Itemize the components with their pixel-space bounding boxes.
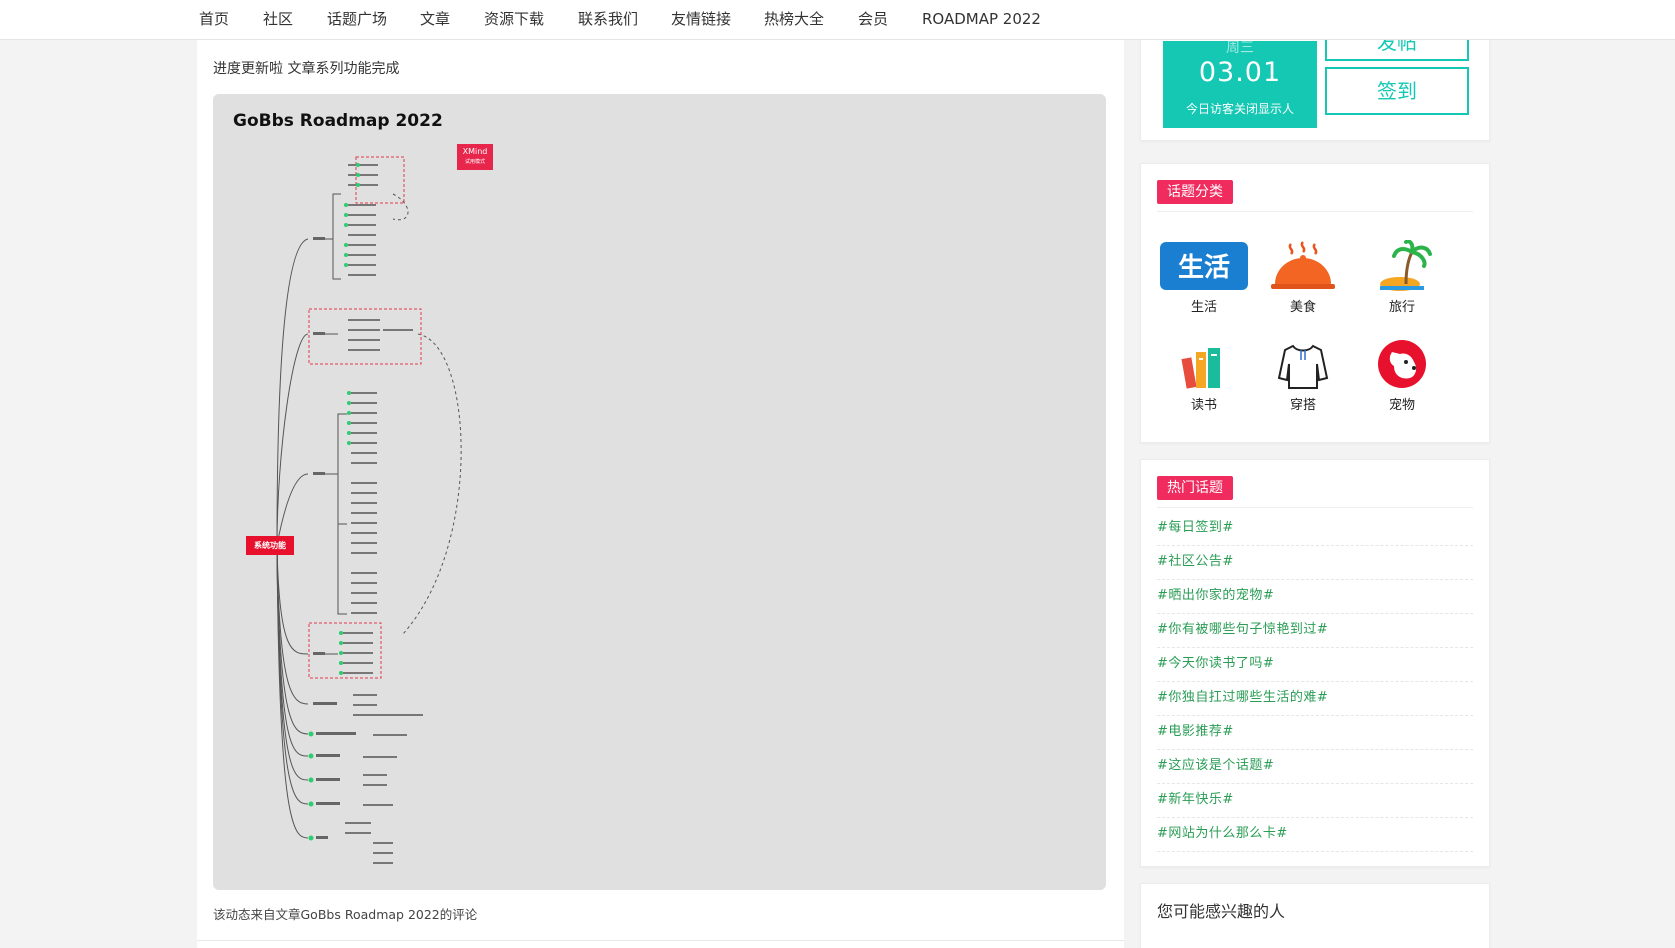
category-food[interactable]: 美食 bbox=[1255, 240, 1351, 330]
mindmap-title: GoBbs Roadmap 2022 bbox=[233, 111, 443, 131]
life-badge-icon: 生活 bbox=[1160, 242, 1248, 290]
nav-downloads[interactable]: 资源下载 bbox=[484, 0, 544, 40]
food-cloche-icon bbox=[1271, 241, 1335, 289]
mindmap-root-label: 系统功能 bbox=[254, 541, 286, 550]
category-life[interactable]: 生活 生活 bbox=[1156, 240, 1252, 330]
nav-home[interactable]: 首页 bbox=[199, 0, 229, 40]
life-icon-text: 生活 bbox=[1178, 253, 1230, 283]
hot-topic-link[interactable]: #网站为什么那么卡# bbox=[1157, 818, 1473, 852]
nav-topic-square[interactable]: 话题广场 bbox=[327, 0, 387, 40]
suggested-people-title: 您可能感兴趣的人 bbox=[1157, 902, 1286, 921]
category-outfit[interactable]: 穿搭 bbox=[1255, 338, 1351, 428]
category-label: 穿搭 bbox=[1289, 398, 1316, 413]
weekday: 周三 bbox=[1226, 40, 1254, 56]
topic-categories-header: 话题分类 bbox=[1157, 180, 1473, 212]
post-card: 进度更新啦 文章系列功能完成 GoBbs Roadmap 2022 系统功能 X… bbox=[197, 40, 1124, 948]
hot-topic-link[interactable]: #你有被哪些句子惊艳到过# bbox=[1157, 614, 1473, 648]
hot-topic-link[interactable]: #电影推荐# bbox=[1157, 716, 1473, 750]
category-label: 宠物 bbox=[1388, 398, 1415, 413]
nav-roadmap[interactable]: ROADMAP 2022 bbox=[922, 0, 1041, 40]
topic-categories-card: 话题分类 生活 生活 美食 旅行 读书 穿搭 宠物 bbox=[1140, 163, 1490, 443]
palm-island-icon bbox=[1380, 240, 1432, 291]
nav-contact[interactable]: 联系我们 bbox=[578, 0, 638, 40]
post-divider bbox=[197, 940, 1124, 941]
suggested-people-card: 您可能感兴趣的人 bbox=[1140, 883, 1490, 948]
hot-topic-link[interactable]: #今天你读书了吗# bbox=[1157, 648, 1473, 682]
category-reading[interactable]: 读书 bbox=[1156, 338, 1252, 428]
dog-icon bbox=[1378, 340, 1426, 388]
nav-friend-links[interactable]: 友情链接 bbox=[671, 0, 731, 40]
hot-topics-card: 热门话题 #每日签到# #社区公告# #晒出你家的宠物# #你有被哪些句子惊艳到… bbox=[1140, 459, 1490, 867]
hot-topic-link[interactable]: #每日签到# bbox=[1157, 512, 1473, 546]
xmind-badge-label: XMind bbox=[462, 147, 488, 156]
topic-categories-title: 话题分类 bbox=[1157, 180, 1233, 204]
post-source[interactable]: 该动态来自文章GoBbs Roadmap 2022的评论 bbox=[213, 904, 477, 923]
nav-hot-rankings[interactable]: 热榜大全 bbox=[764, 0, 824, 40]
visitor-note: 今日访客关闭显示人 bbox=[1185, 102, 1294, 116]
hot-topic-link[interactable]: #晒出你家的宠物# bbox=[1157, 580, 1473, 614]
shirt-icon bbox=[1277, 344, 1329, 389]
hot-topics-header: 热门话题 bbox=[1157, 476, 1473, 508]
nav-articles[interactable]: 文章 bbox=[420, 0, 450, 40]
category-pets[interactable]: 宠物 bbox=[1354, 338, 1450, 428]
post-text: 进度更新啦 文章系列功能完成 bbox=[213, 61, 400, 77]
nav-membership[interactable]: 会员 bbox=[858, 0, 888, 40]
xmind-badge-sub: 试用模式 bbox=[464, 159, 485, 165]
mindmap-diagram bbox=[246, 156, 462, 864]
hot-topic-link[interactable]: #你独自扛过哪些生活的难# bbox=[1157, 682, 1473, 716]
post-image[interactable]: GoBbs Roadmap 2022 系统功能 XMind 试用模式 bbox=[213, 94, 1106, 890]
top-navigation: 首页 社区 话题广场 文章 资源下载 联系我们 友情链接 热榜大全 会员 ROA… bbox=[0, 0, 1675, 40]
signin-button[interactable]: 签到 bbox=[1325, 67, 1469, 115]
category-travel[interactable]: 旅行 bbox=[1354, 240, 1450, 330]
hot-topic-link[interactable]: #新年快乐# bbox=[1157, 784, 1473, 818]
nav-community[interactable]: 社区 bbox=[263, 0, 293, 40]
xmind-watermark-badge: XMind 试用模式 bbox=[457, 144, 493, 170]
books-icon bbox=[1181, 348, 1220, 389]
hot-topic-link[interactable]: #社区公告# bbox=[1157, 546, 1473, 580]
date-box: 周三 03.01 今日访客关闭显示人 bbox=[1163, 40, 1317, 128]
hot-topics-list: #每日签到# #社区公告# #晒出你家的宠物# #你有被哪些句子惊艳到过# #今… bbox=[1157, 512, 1473, 852]
category-label: 生活 bbox=[1190, 300, 1217, 315]
category-label: 旅行 bbox=[1388, 300, 1415, 315]
current-date: 03.01 bbox=[1198, 57, 1282, 88]
hot-topics-title: 热门话题 bbox=[1157, 476, 1233, 500]
signin-card: 周三 03.01 今日访客关闭显示人 发帖 签到 bbox=[1140, 25, 1490, 141]
category-label: 读书 bbox=[1190, 398, 1217, 413]
hot-topic-link[interactable]: #这应该是个话题# bbox=[1157, 750, 1473, 784]
category-label: 美食 bbox=[1289, 300, 1316, 315]
